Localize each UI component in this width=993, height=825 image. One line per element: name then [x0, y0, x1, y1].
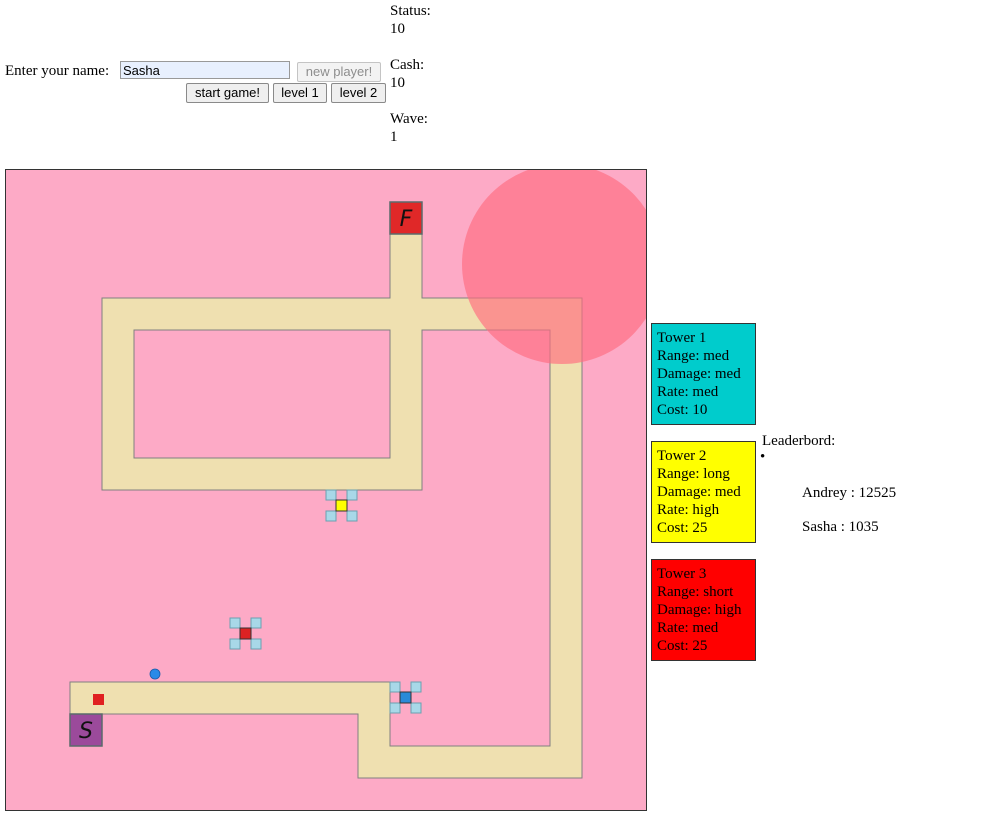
- tower-2-range: Range: long: [657, 466, 730, 482]
- level-2-button[interactable]: level 2: [331, 83, 386, 103]
- board-canvas[interactable]: F S: [6, 170, 646, 810]
- game-board[interactable]: F S: [5, 169, 647, 811]
- tower-corner: [389, 702, 401, 714]
- projectile: [149, 668, 161, 680]
- tower-corner: [229, 617, 241, 629]
- status-value: 10: [390, 21, 405, 37]
- start-label: S: [79, 719, 93, 744]
- tower-3-title: Tower 3: [657, 566, 707, 582]
- tower-card-3[interactable]: Tower 3 Range: short Damage: high Rate: …: [651, 559, 756, 661]
- tower-card-2[interactable]: Tower 2 Range: long Damage: med Rate: hi…: [651, 441, 756, 543]
- leaderboard-entry: Sasha : 1035: [802, 519, 879, 535]
- wave-label: Wave:: [390, 111, 428, 127]
- cash-label: Cash:: [390, 57, 425, 73]
- tower-core: [399, 691, 412, 704]
- tower-corner: [325, 510, 337, 522]
- name-label: Enter your name:: [5, 63, 110, 79]
- leaderboard-bullet: •: [760, 449, 766, 465]
- tower-1-rate: Rate: med: [657, 384, 719, 400]
- tower-1-cost: Cost: 10: [657, 402, 708, 418]
- tower-card-1[interactable]: Tower 1 Range: med Damage: med Rate: med…: [651, 323, 756, 425]
- cash-value: 10: [390, 75, 405, 91]
- tower-3-damage: Damage: high: [657, 602, 742, 618]
- tower-1-range: Range: med: [657, 348, 730, 364]
- finish-label: F: [400, 207, 413, 232]
- tower-2-rate: Rate: high: [657, 502, 720, 518]
- leaderboard-title: Leaderbord:: [762, 433, 836, 449]
- tower-corner: [250, 638, 262, 650]
- tower-3-cost: Cost: 25: [657, 638, 708, 654]
- new-player-button[interactable]: new player!: [297, 62, 381, 82]
- status-label: Status:: [390, 3, 431, 19]
- wave-value: 1: [390, 129, 398, 145]
- placed-tower-blue[interactable]: [389, 681, 422, 714]
- tower-corner: [410, 702, 422, 714]
- name-input[interactable]: [120, 61, 290, 79]
- tower-corner: [389, 681, 401, 693]
- tower-corner: [229, 638, 241, 650]
- tower-range-circle: [462, 170, 646, 364]
- tower-corner: [346, 510, 358, 522]
- tower-3-range: Range: short: [657, 584, 734, 600]
- tower-3-rate: Rate: med: [657, 620, 719, 636]
- placed-tower-red[interactable]: [229, 617, 262, 650]
- enemy-creep: [93, 694, 104, 705]
- tower-corner: [346, 489, 358, 501]
- tower-2-damage: Damage: med: [657, 484, 741, 500]
- finish-tile: F: [389, 201, 423, 235]
- tower-1-damage: Damage: med: [657, 366, 741, 382]
- leaderboard-entry: Andrey : 12525: [802, 485, 897, 501]
- tower-2-title: Tower 2: [657, 448, 707, 464]
- tower-corner: [250, 617, 262, 629]
- tower-corner: [410, 681, 422, 693]
- start-tile: S: [69, 713, 103, 747]
- start-game-button[interactable]: start game!: [186, 83, 269, 103]
- tower-core: [335, 499, 348, 512]
- tower-core: [239, 627, 252, 640]
- tower-2-cost: Cost: 25: [657, 520, 708, 536]
- tower-corner: [325, 489, 337, 501]
- placed-tower-yellow[interactable]: [325, 489, 358, 522]
- tower-1-title: Tower 1: [657, 330, 707, 346]
- level-1-button[interactable]: level 1: [273, 83, 327, 103]
